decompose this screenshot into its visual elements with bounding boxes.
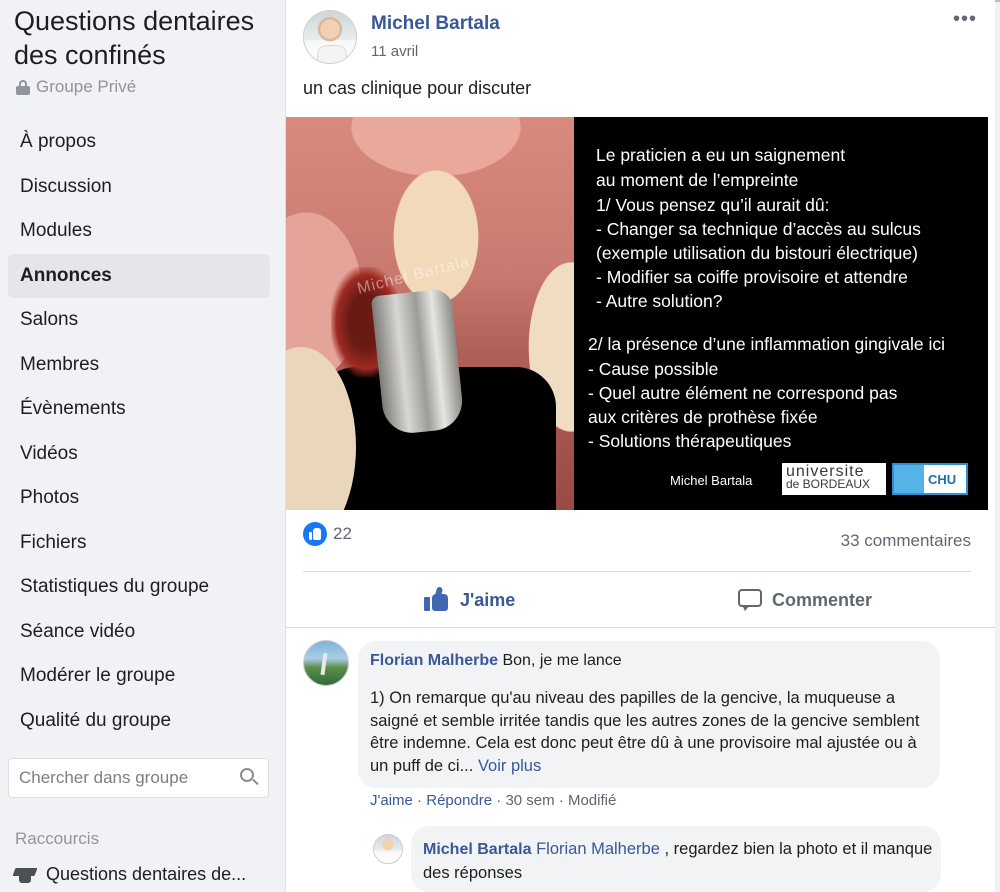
sidebar-nav-item[interactable]: Discussion xyxy=(8,165,270,210)
group-sidebar: Questions dentaires des confinés Groupe … xyxy=(0,0,285,892)
clinical-photo: Michel Bartala xyxy=(286,117,574,510)
divider xyxy=(303,571,971,572)
comment-author[interactable]: Florian Malherbe xyxy=(370,652,498,669)
likes-count: 22 xyxy=(333,524,352,543)
case-text-line: - Quel autre élément ne correspond pas xyxy=(588,383,898,403)
post-date[interactable]: 11 avril xyxy=(371,43,418,60)
case-text-line: - Autre solution? xyxy=(596,291,723,311)
see-more-link[interactable]: Voir plus xyxy=(478,757,541,775)
like-reaction-icon xyxy=(303,522,327,546)
shortcuts-title: Raccourcis xyxy=(15,829,100,848)
comment-button[interactable]: Commenter xyxy=(738,584,872,616)
case-text-line: - Solutions thérapeutiques xyxy=(588,431,792,451)
reply-mention[interactable]: Florian Malherbe xyxy=(536,840,660,858)
comment-bubble-icon xyxy=(738,589,762,611)
sidebar-nav-item[interactable]: Évènements xyxy=(8,387,270,432)
lock-icon xyxy=(16,80,30,95)
comment-head-text: Bon, je me lance xyxy=(498,652,622,669)
like-label: J'aime xyxy=(460,589,516,610)
universite-bordeaux-logo: universite de BORDEAUX xyxy=(782,463,886,495)
reply-bubble: Michel Bartala Florian Malherbe , regard… xyxy=(411,826,941,892)
like-button[interactable]: J'aime xyxy=(424,584,515,616)
sidebar-nav-item[interactable]: Modérer le groupe xyxy=(8,654,270,699)
comment-like-link[interactable]: J'aime xyxy=(370,792,413,809)
image-author-caption: Michel Bartala xyxy=(670,473,753,488)
thumbs-up-icon xyxy=(424,586,450,613)
privacy-status: Groupe Privé xyxy=(16,77,136,97)
sidebar-nav-item[interactable]: Vidéos xyxy=(8,432,270,477)
reply-author[interactable]: Michel Bartala xyxy=(423,841,531,858)
comments-count[interactable]: 33 commentaires xyxy=(841,531,971,551)
divider xyxy=(286,627,996,628)
group-search-input[interactable] xyxy=(19,768,240,788)
sidebar-nav-item[interactable]: Qualité du groupe xyxy=(8,699,270,744)
comment-meta: J'aime · Répondre · 30 sem · Modifié xyxy=(370,792,617,809)
more-options-icon[interactable]: ••• xyxy=(953,8,977,31)
post-card: Michel Bartala 11 avril ••• un cas clini… xyxy=(285,0,996,892)
sidebar-nav-item[interactable]: Annonces xyxy=(8,253,270,298)
comment-timestamp: · 30 sem · Modifié xyxy=(492,792,617,809)
case-text-line: - Cause possible xyxy=(588,359,719,379)
comment-reply-link[interactable]: Répondre xyxy=(426,792,492,809)
post-text: un cas clinique pour discuter xyxy=(303,78,532,98)
sidebar-nav-item[interactable]: Salons xyxy=(8,298,270,343)
sidebar-nav-item[interactable]: Modules xyxy=(8,209,270,254)
shortcut-item[interactable]: Questions dentaires de... xyxy=(12,864,247,885)
privacy-label: Groupe Privé xyxy=(36,77,137,96)
comment-body: 1) On remarque qu'au niveau des papilles… xyxy=(370,689,920,775)
avatar[interactable] xyxy=(303,10,357,64)
case-text-line: Le praticien a eu un saignement xyxy=(596,145,846,165)
sidebar-nav-item[interactable]: Séance vidéo xyxy=(8,610,270,655)
post-author[interactable]: Michel Bartala xyxy=(371,13,500,35)
sidebar-nav-item[interactable]: Photos xyxy=(8,476,270,521)
sidebar-nav-item[interactable]: Membres xyxy=(8,343,270,388)
case-text-line: - Modifier sa coiffe provisoire et atten… xyxy=(596,267,908,287)
sidebar-nav-item[interactable]: Statistiques du groupe xyxy=(8,565,270,610)
comment-header: Florian Malherbe Bon, je me lance xyxy=(370,652,622,670)
shortcut-label: Questions dentaires de... xyxy=(46,864,247,884)
search-icon[interactable] xyxy=(240,768,259,788)
case-text-line: aux critères de prothèse fixée xyxy=(588,407,818,427)
sidebar-nav-item[interactable]: À propos xyxy=(8,120,270,165)
comment-label: Commenter xyxy=(772,589,873,610)
case-text-line: - Changer sa technique d’accès au sulcus xyxy=(596,219,921,239)
case-text-line: 1/ Vous pensez qu’il aurait dû: xyxy=(596,195,830,215)
case-text-line: au moment de l’empreinte xyxy=(596,170,799,190)
group-title[interactable]: Questions dentaires des confinés xyxy=(14,4,279,72)
reply-text: Michel Bartala Florian Malherbe , regard… xyxy=(423,840,933,882)
case-text-line: (exemple utilisation du bistouri électri… xyxy=(596,243,918,263)
graduation-cap-icon xyxy=(12,865,38,885)
chu-logo: CHU xyxy=(892,463,968,495)
case-text-panel: Michel Bartala universite de BORDEAUX CH… xyxy=(574,117,988,510)
comment-bubble: Florian Malherbe Bon, je me lance 1) On … xyxy=(358,641,940,788)
reply-avatar[interactable] xyxy=(373,834,403,864)
post-image[interactable]: Michel Bartala Michel Bartala universite… xyxy=(286,117,988,510)
group-search[interactable] xyxy=(8,758,269,798)
sidebar-nav-item[interactable]: Fichiers xyxy=(8,521,270,566)
commenter-avatar[interactable] xyxy=(303,640,349,686)
case-text-line: 2/ la présence d’une inflammation gingiv… xyxy=(588,334,946,354)
reactions-summary[interactable]: 22 xyxy=(303,522,352,546)
group-nav: À propos Discussion Modules Annonces Salons M… xyxy=(8,120,270,743)
